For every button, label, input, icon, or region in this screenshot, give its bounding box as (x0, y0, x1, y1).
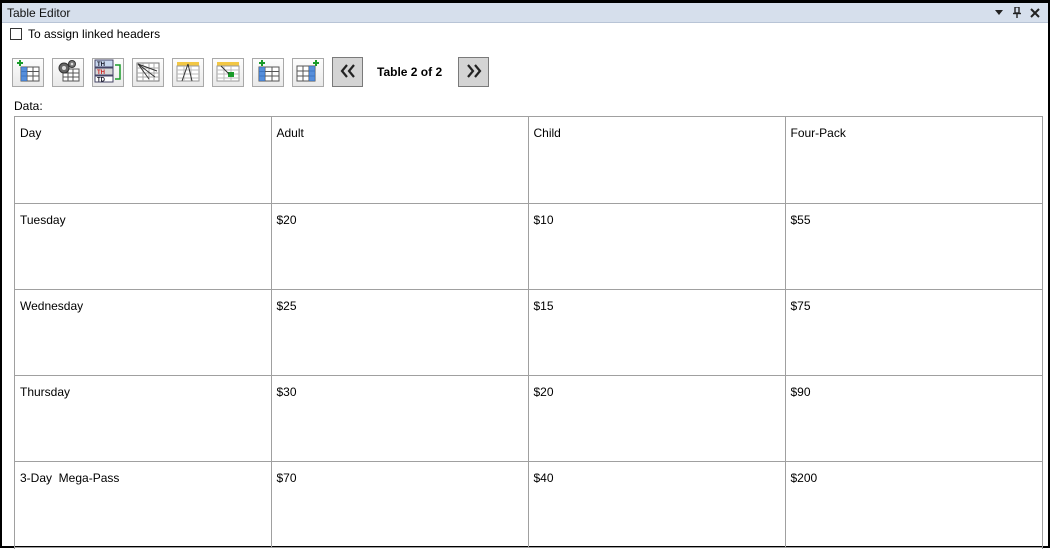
pin-icon[interactable] (1010, 6, 1024, 20)
grid-cell[interactable]: Day (15, 117, 272, 204)
toolbar: TH TH TD Table 2 of 2 (12, 56, 497, 88)
double-chevron-left-icon (339, 63, 357, 82)
data-grid: Day Adult Child Four-Pack Tuesday $20 $1… (14, 116, 1043, 549)
assign-linked-headers-label: To assign linked headers (28, 27, 161, 41)
previous-table-button[interactable] (332, 57, 363, 87)
window-title: Table Editor (7, 5, 71, 20)
merge-cells-button[interactable] (212, 57, 244, 87)
grid-cell[interactable]: $200 (785, 461, 1042, 548)
window-controls (992, 6, 1048, 20)
table-row: Wednesday $25 $15 $75 (15, 289, 1042, 376)
grid-cell[interactable]: $70 (271, 461, 529, 548)
next-table-button[interactable] (458, 57, 490, 87)
insert-row-icon (295, 59, 321, 86)
grid-cell[interactable]: $15 (528, 289, 786, 376)
header-scope-button[interactable] (172, 57, 204, 87)
header-cell-types-icon: TH TH TD (94, 59, 122, 86)
svg-text:TH: TH (97, 62, 105, 68)
grid-cell[interactable]: $20 (528, 375, 786, 462)
close-icon[interactable] (1028, 6, 1042, 20)
grid-cell[interactable]: Child (528, 117, 786, 204)
dropdown-arrow-icon[interactable] (992, 6, 1006, 20)
grid-cell[interactable]: $90 (785, 375, 1042, 462)
title-bar: Table Editor (2, 3, 1048, 23)
insert-column-button[interactable] (252, 57, 284, 87)
table-editor-window: Table Editor To assign linked headers TH… (0, 0, 1050, 549)
table-row: Thursday $30 $20 $90 (15, 375, 1042, 462)
grid-cell[interactable]: Wednesday (15, 289, 272, 376)
svg-text:TD: TD (97, 77, 106, 83)
double-chevron-right-icon (465, 63, 483, 82)
grid-cell[interactable]: Four-Pack (785, 117, 1042, 204)
grid-cell[interactable]: Thursday (15, 375, 272, 462)
grid-cell[interactable]: $25 (271, 289, 529, 376)
header-cell-types-button[interactable]: TH TH TD (92, 57, 124, 87)
header-scope-icon (175, 59, 201, 86)
table-row: Day Adult Child Four-Pack (15, 117, 1042, 204)
assign-linked-headers-checkbox[interactable] (10, 28, 22, 40)
link-headers-button[interactable] (132, 57, 164, 87)
svg-text:TH: TH (97, 70, 105, 76)
grid-cell[interactable]: Adult (271, 117, 529, 204)
insert-column-icon (255, 59, 281, 86)
table-properties-button[interactable] (52, 57, 84, 87)
insert-row-button[interactable] (292, 57, 324, 87)
merge-cells-icon (215, 59, 241, 86)
data-label: Data: (14, 99, 43, 113)
insert-table-button[interactable] (12, 57, 44, 87)
grid-cell[interactable]: $75 (785, 289, 1042, 376)
grid-cell[interactable]: Tuesday (15, 203, 272, 290)
table-row: 3-Day Mega-Pass $70 $40 $200 (15, 461, 1042, 548)
grid-cell[interactable]: $40 (528, 461, 786, 548)
grid-cell[interactable]: $10 (528, 203, 786, 290)
grid-cell[interactable]: $30 (271, 375, 529, 462)
grid-cell[interactable]: $20 (271, 203, 529, 290)
insert-table-icon (15, 59, 41, 86)
table-position-label: Table 2 of 2 (377, 65, 443, 79)
link-headers-icon (135, 59, 161, 86)
table-row: Tuesday $20 $10 $55 (15, 203, 1042, 290)
grid-cell[interactable]: $55 (785, 203, 1042, 290)
table-properties-icon (55, 59, 81, 86)
grid-cell[interactable]: 3-Day Mega-Pass (15, 461, 272, 548)
assign-linked-headers-option[interactable]: To assign linked headers (10, 27, 160, 41)
